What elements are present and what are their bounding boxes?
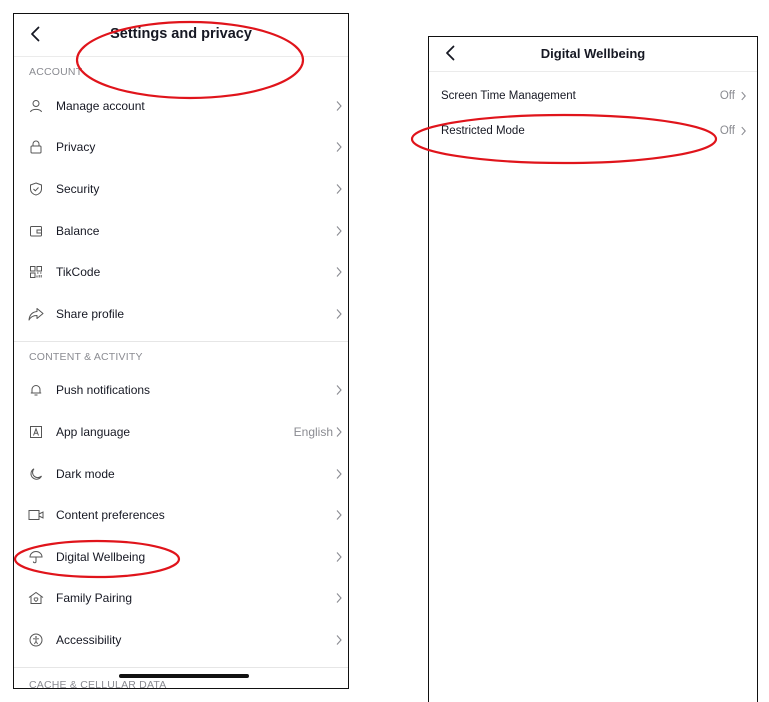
chevron-right-icon [336, 635, 342, 645]
settings-item-label: Privacy [56, 140, 96, 155]
shield-icon [28, 181, 44, 197]
settings-header: Settings and privacy [14, 14, 348, 57]
section-heading-content-activity: CONTENT & ACTIVITY [29, 350, 143, 363]
person-icon [28, 98, 44, 114]
settings-item-label: TikCode [56, 265, 101, 280]
house-heart-icon [28, 590, 44, 606]
settings-item-label: Digital Wellbeing [56, 549, 146, 564]
settings-item-label: Share profile [56, 306, 125, 321]
settings-item-label: App language [56, 424, 131, 439]
wellbeing-header: Digital Wellbeing [429, 37, 757, 72]
chevron-right-icon [741, 126, 746, 135]
settings-item-app-language[interactable]: App language English [14, 411, 348, 453]
section-divider [14, 666, 348, 668]
settings-item-push-notifications[interactable]: Push notifications [14, 370, 348, 412]
chevron-right-icon [336, 385, 342, 396]
chevron-right-icon [336, 225, 342, 236]
settings-item-label: Manage account [56, 98, 145, 113]
chevron-right-icon [336, 593, 342, 604]
settings-item-family-pairing[interactable]: Family Pairing [14, 578, 348, 620]
settings-item-label: Balance [56, 223, 100, 238]
chevron-right-icon [336, 308, 342, 319]
settings-item-tikcode[interactable]: TikCode [14, 251, 348, 293]
settings-item-label: Push notifications [56, 383, 151, 398]
wallet-icon [28, 223, 44, 239]
settings-item-balance[interactable]: Balance [14, 210, 348, 252]
video-camera-icon [28, 507, 44, 523]
settings-item-manage-account[interactable]: Manage account [14, 85, 348, 127]
chevron-right-icon [336, 510, 342, 521]
settings-item-restricted-mode[interactable]: Restricted Mode Off [429, 113, 757, 148]
settings-list: ACCOUNT Manage account Privacy Security [14, 59, 348, 688]
chevron-right-icon [336, 100, 342, 111]
settings-privacy-screen: Settings and privacy ACCOUNT Manage acco… [13, 13, 349, 689]
settings-item-label: Screen Time Management [441, 89, 576, 102]
restricted-mode-status: Off [719, 124, 735, 137]
page-title: Digital Wellbeing [540, 46, 646, 61]
screen-time-status: Off [719, 89, 735, 102]
settings-item-label: Dark mode [56, 466, 115, 481]
settings-item-dark-mode[interactable]: Dark mode [14, 453, 348, 495]
settings-item-privacy[interactable]: Privacy [14, 127, 348, 169]
share-icon [28, 306, 44, 322]
chevron-right-icon [336, 468, 342, 479]
digital-wellbeing-screen: Digital Wellbeing Screen Time Management… [428, 36, 758, 702]
bell-icon [28, 382, 44, 398]
section-heading-account: ACCOUNT [29, 66, 83, 78]
section-divider [14, 340, 348, 342]
settings-item-security[interactable]: Security [14, 168, 348, 210]
umbrella-icon [28, 549, 44, 565]
settings-item-label: Family Pairing [56, 591, 133, 606]
settings-item-screen-time-management[interactable]: Screen Time Management Off [429, 78, 757, 113]
language-value: English [293, 424, 333, 439]
settings-item-label: Restricted Mode [441, 124, 525, 137]
settings-item-digital-wellbeing[interactable]: Digital Wellbeing [14, 536, 348, 578]
page-title: Settings and privacy [110, 26, 252, 42]
chevron-right-icon [336, 267, 342, 278]
chevron-right-icon [336, 551, 342, 562]
settings-item-accessibility[interactable]: Accessibility [14, 619, 348, 661]
qr-code-icon [28, 264, 44, 280]
settings-item-label: Accessibility [56, 632, 122, 647]
lock-icon [28, 139, 44, 155]
settings-item-label: Security [56, 181, 100, 196]
chevron-right-icon [336, 427, 342, 437]
chevron-right-icon [336, 184, 342, 194]
settings-item-share-profile[interactable]: Share profile [14, 293, 348, 335]
chevron-right-icon [336, 142, 342, 153]
chevron-right-icon [741, 91, 746, 100]
moon-icon [28, 466, 44, 482]
home-indicator [119, 674, 249, 678]
settings-item-content-preferences[interactable]: Content preferences [14, 494, 348, 536]
language-icon [28, 424, 44, 440]
settings-item-label: Content preferences [56, 508, 165, 523]
accessibility-icon [28, 632, 44, 648]
